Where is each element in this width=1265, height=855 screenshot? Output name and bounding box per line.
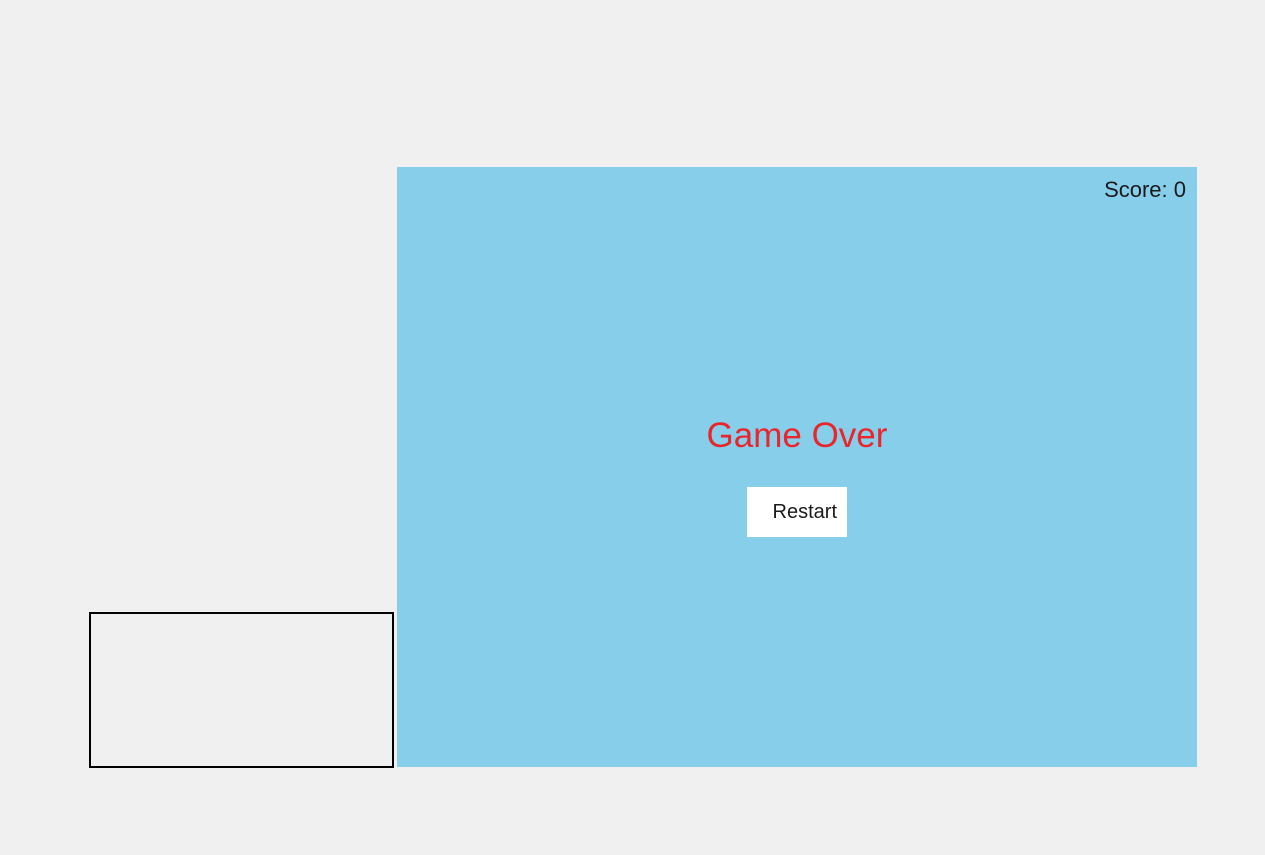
score-display: Score: 0 (1104, 177, 1186, 202)
restart-button[interactable]: Restart (747, 487, 847, 537)
page: Score: 0 Game Over Restart (0, 0, 1265, 855)
game-area[interactable]: Score: 0 Game Over Restart (397, 167, 1197, 767)
side-panel-box (89, 612, 394, 768)
game-over-text: Game Over (706, 416, 888, 455)
